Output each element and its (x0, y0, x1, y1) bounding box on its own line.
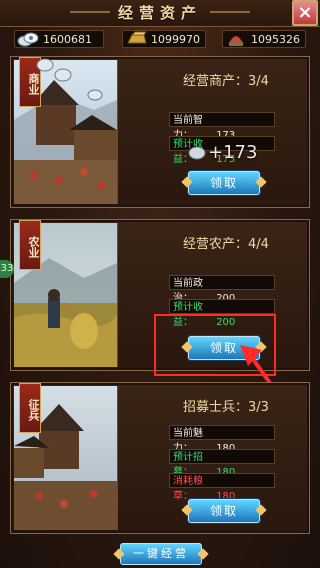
page-title: 经营资产 (117, 4, 202, 22)
income-popup: +173 (188, 142, 257, 163)
close-button[interactable]: × (292, 0, 318, 26)
agriculture-stat-expected-income: 预计收益： 200 (169, 299, 275, 328)
business-collect-button[interactable]: 领取 (188, 171, 260, 195)
conscription-stat-charisma: 当前魅力： 180 (169, 425, 275, 454)
resource-bar: 1600681 1099970 1095326 (0, 28, 320, 50)
close-icon: × (297, 2, 313, 23)
manage-all-button[interactable]: 一键经营 (120, 543, 202, 565)
silver-coin-icon (188, 146, 206, 160)
conscription-collect-button[interactable]: 领取 (188, 499, 260, 523)
resource-soldier-value: 1095326 (251, 33, 300, 46)
conscription-stat-expected-recruit: 预计招募： 180 (169, 449, 275, 478)
conscription-tag: 征兵 (19, 383, 41, 433)
agriculture-title: 经营农产：4/4 (183, 237, 269, 252)
conscription-stat-food-cost: 消耗粮草： 180 (169, 473, 275, 502)
gold-bar-icon (127, 31, 147, 44)
silver-ingot-icon (17, 32, 39, 47)
soldier-helmet-icon (228, 35, 244, 46)
resource-silver: 1600681 (14, 30, 104, 48)
resource-gold-value: 1099970 (151, 33, 200, 46)
silver-coins-icon (36, 58, 103, 101)
income-popup-value: +173 (208, 142, 258, 163)
resource-gold: 1099970 (122, 30, 206, 48)
conscription-title: 招募士兵：3/3 (183, 400, 269, 415)
business-card: 商业 经营商产：3/4 当前智力： 173 预计收益： 173 领取 (10, 56, 310, 208)
title-bar: 经营资产 × (0, 0, 320, 27)
conscription-card: 征兵 招募士兵：3/3 当前魅力： 180 预计招募： 180 消耗粮草： 18… (10, 382, 310, 534)
screen: 经营资产 × 1600681 1099970 1095326 商业 经营商产：3… (0, 0, 320, 568)
agriculture-stat-politics: 当前政治： 200 (169, 275, 275, 304)
business-stat-intelligence: 当前智力： 173 (169, 112, 275, 141)
agriculture-tag: 农业 (19, 220, 41, 270)
resource-soldier: 1095326 (222, 30, 306, 48)
business-title: 经营商产：3/4 (183, 74, 269, 89)
resource-silver-value: 1600681 (43, 33, 92, 46)
